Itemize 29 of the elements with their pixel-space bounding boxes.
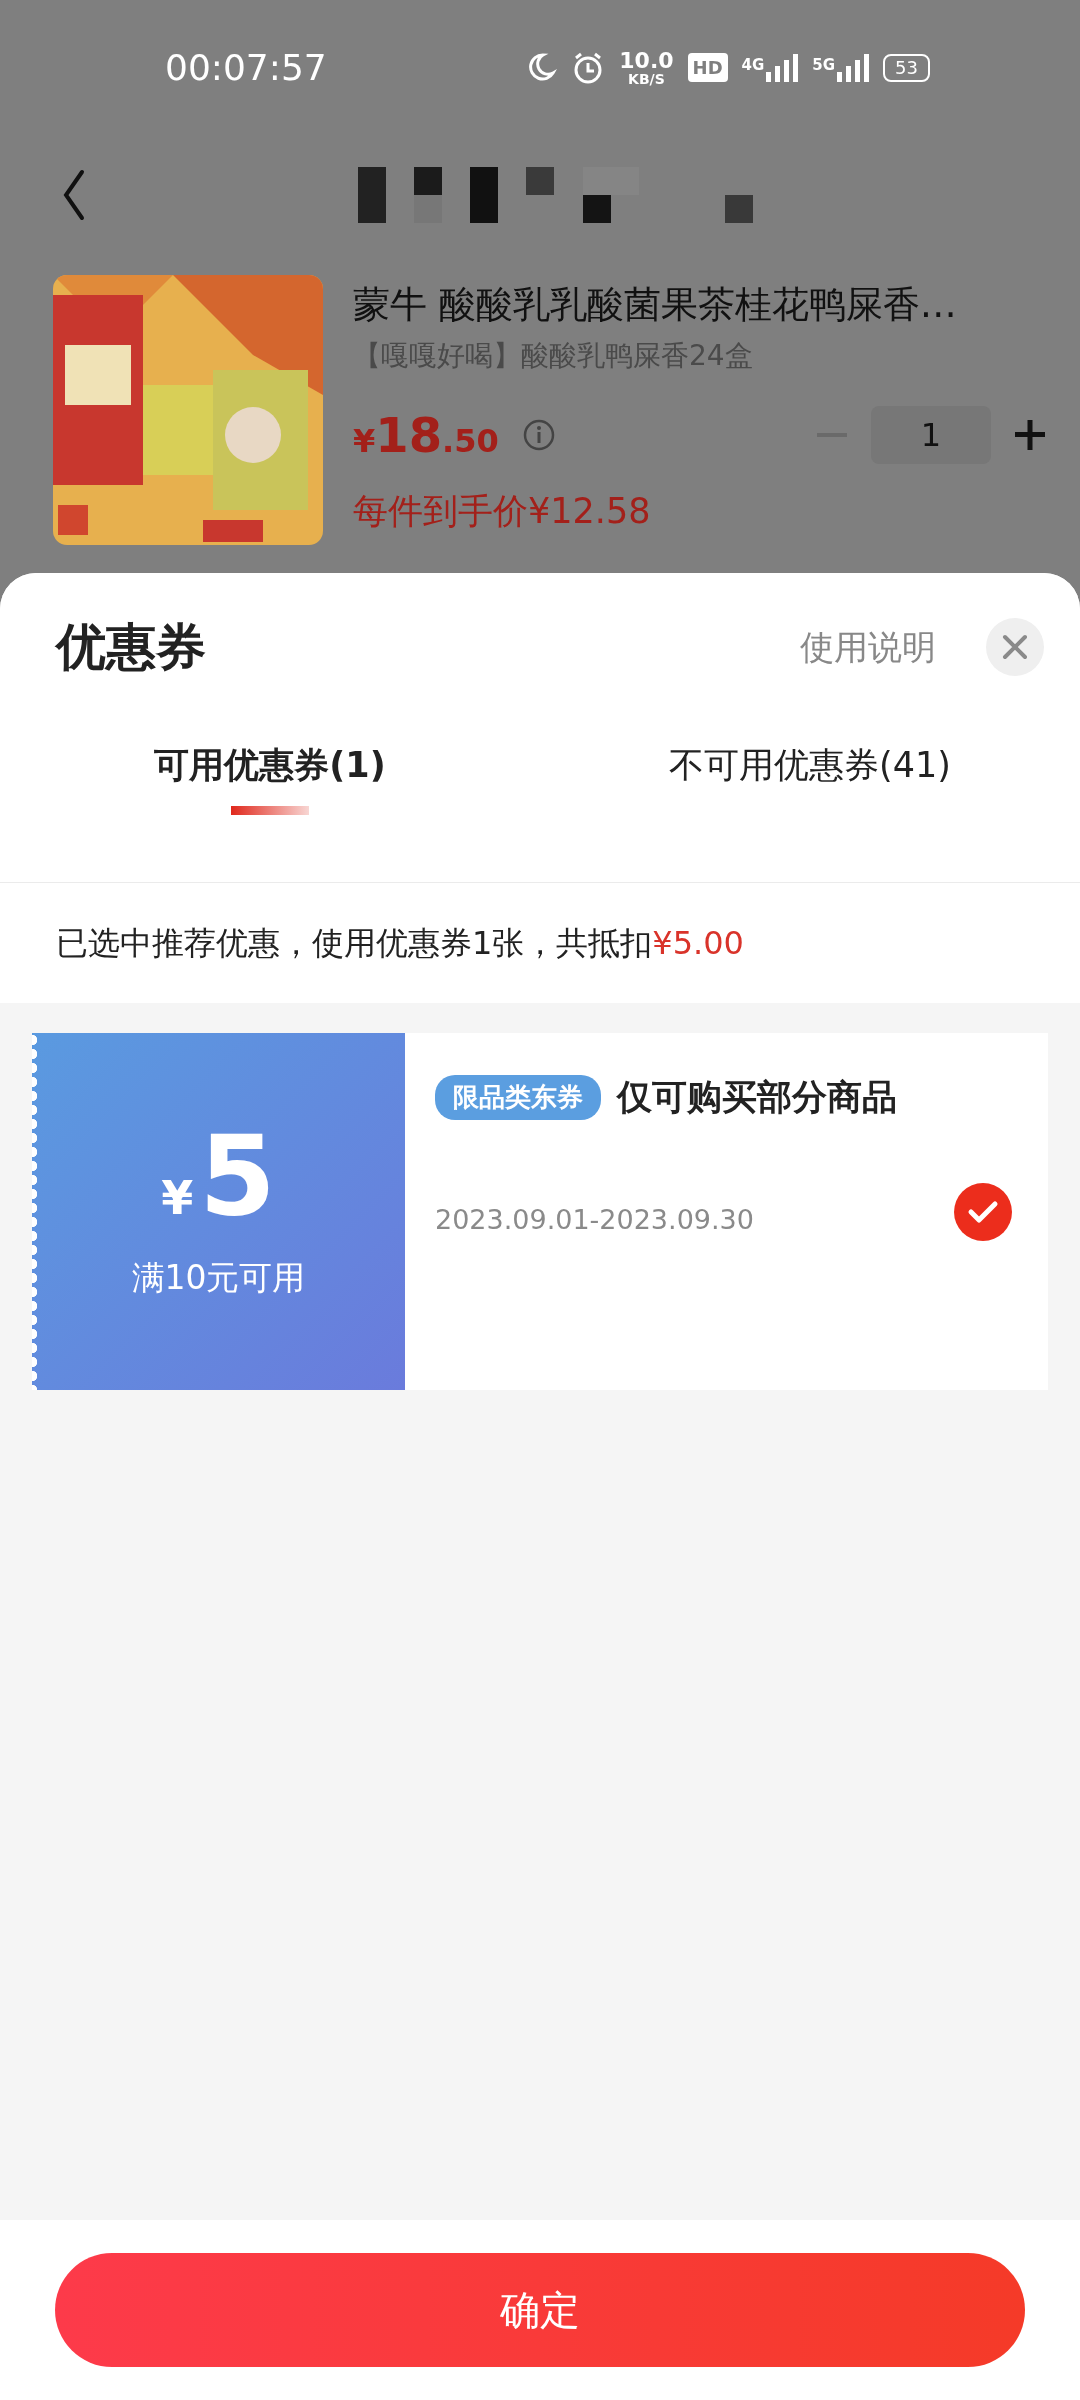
sheet-title: 优惠券 [56, 616, 206, 678]
status-time: 00:07:57 [165, 45, 327, 90]
network-type: 4G [741, 54, 765, 76]
coupon-condition: 满10元可用 [131, 1256, 306, 1299]
check-icon[interactable] [954, 1183, 1012, 1241]
speed-unit: KB/S [628, 71, 665, 86]
network-speed: 10.0 [619, 49, 674, 72]
final-price: 每件到手价¥12.58 [353, 489, 652, 533]
network-type: 5G [812, 54, 836, 76]
close-icon [1002, 634, 1028, 660]
coupon-title: 仅可购买部分商品 [617, 1076, 897, 1119]
plus-icon[interactable] [1015, 419, 1045, 450]
hd-badge: HD [687, 53, 728, 82]
info-icon [522, 418, 555, 451]
quantity-field[interactable]: 1 [871, 405, 991, 464]
discount-summary: 已选中推荐优惠，使用优惠券1张，共抵扣¥5.00 [56, 923, 744, 964]
coupon-tab[interactable]: 不可用优惠券(41) [540, 739, 1080, 825]
signal-icon [766, 53, 799, 82]
coupon-card[interactable]: ¥5 满10元可用 限品类东券 仅可购买部分商品 2023.09.01-2023.09.30 [32, 1033, 1048, 1390]
product-price: ¥18.50 [353, 405, 499, 465]
signal-icon [837, 53, 870, 82]
confirm-button[interactable]: 确定 [55, 2253, 1025, 2367]
help-link[interactable]: 使用说明 [800, 621, 936, 673]
battery-level: 53 [883, 53, 930, 82]
coupon-tab[interactable]: 可用优惠券(1) [0, 739, 540, 825]
coupon-tag: 限品类东券 [435, 1074, 601, 1120]
product-title: 蒙牛 酸酸乳乳酸菌果茶桂花鸭屎香… [353, 282, 958, 328]
coupon-validity: 2023.09.01-2023.09.30 [435, 1202, 754, 1237]
coupon-amount: ¥5 [161, 1120, 276, 1231]
